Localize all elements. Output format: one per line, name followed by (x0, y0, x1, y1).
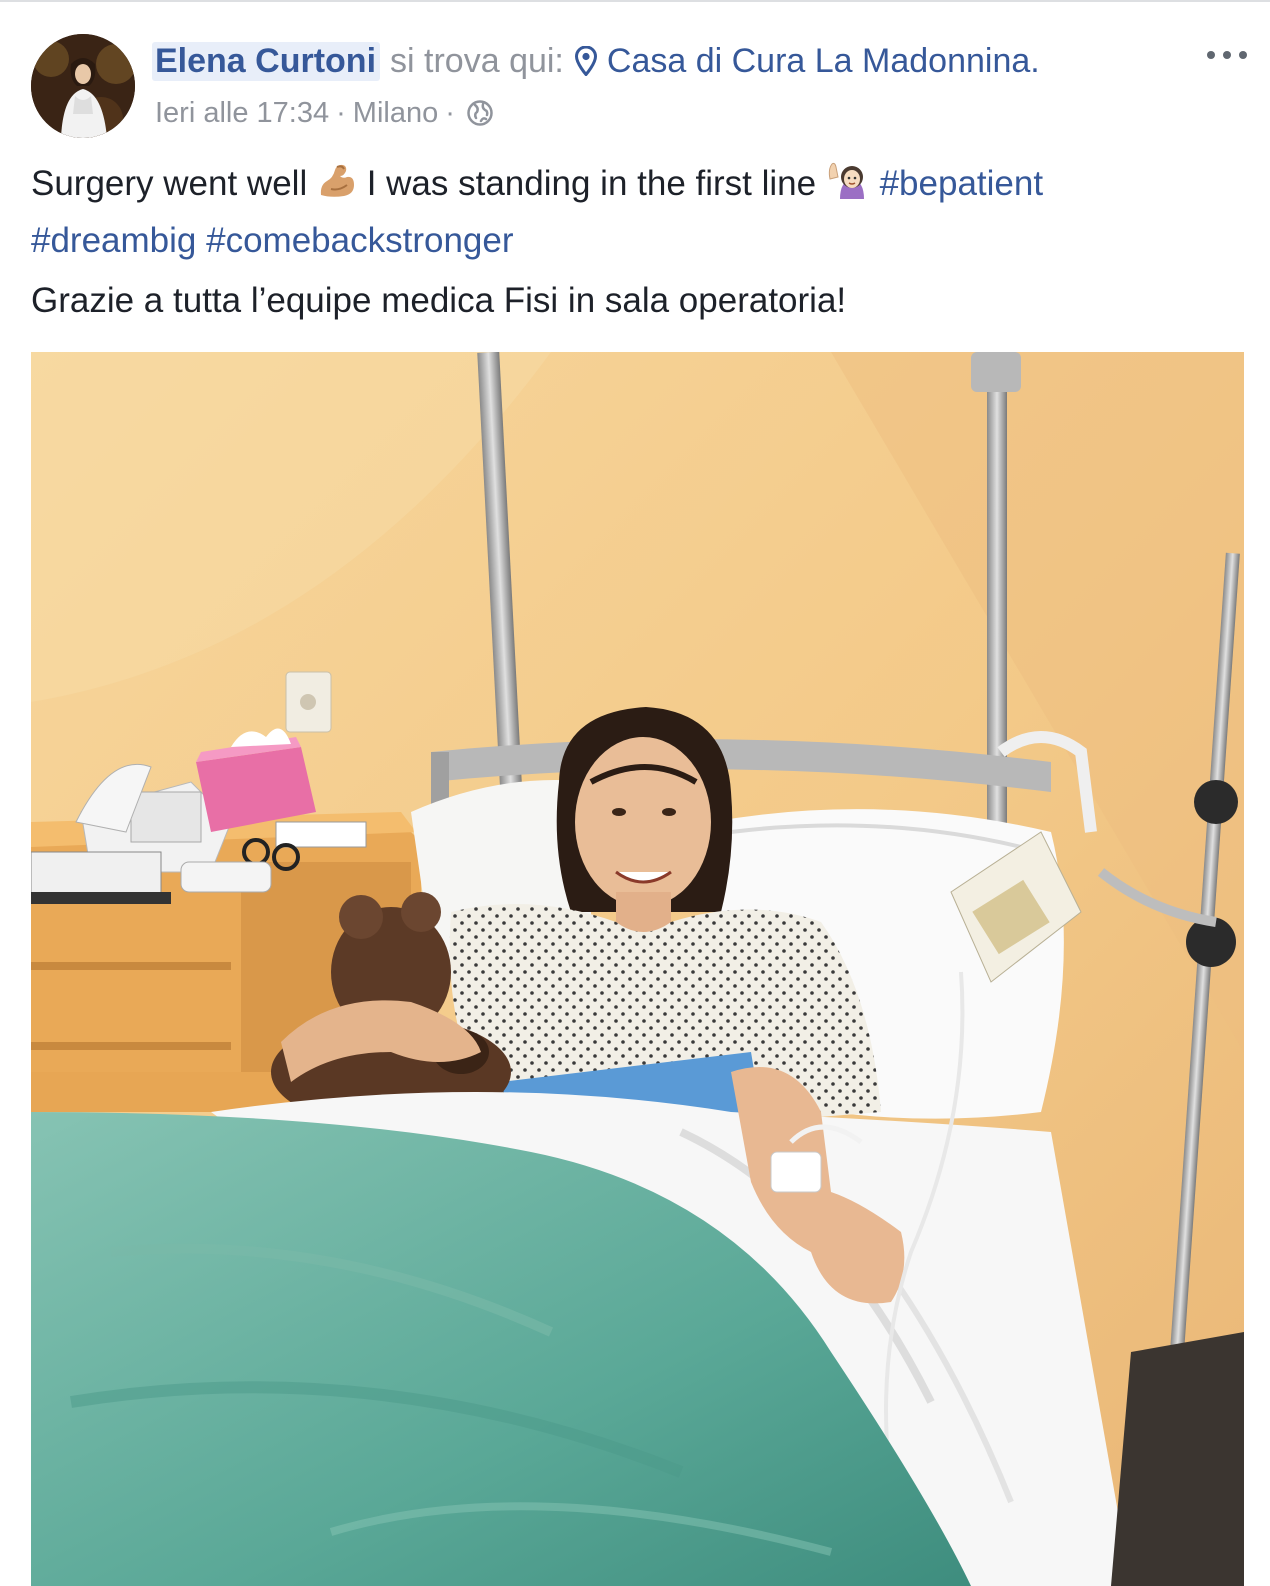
place-link[interactable]: Casa di Cura La Madonnina (607, 42, 1030, 81)
post-header: Elena Curtoni si trova qui: Casa di Cura… (152, 38, 1040, 84)
flexed-biceps-emoji (317, 161, 357, 215)
author-avatar[interactable] (31, 34, 135, 138)
post-text: Surgery went well I was standing in the … (31, 158, 1231, 266)
location-pin-icon (574, 45, 597, 77)
post-text-part2: I was standing in the first line (366, 164, 817, 203)
post-photo[interactable] (31, 352, 1244, 1586)
more-dot (1223, 51, 1231, 59)
checkin-text: si trova qui: (390, 41, 564, 80)
woman-raising-hand-emoji (826, 161, 870, 215)
meta-separator: · (336, 96, 346, 129)
more-options-icon[interactable] (1207, 40, 1247, 70)
post-meta: Ieri alle 17:34 · Milano · (155, 93, 494, 133)
meta-separator: · (445, 96, 455, 129)
post-text-line2: Grazie a tutta l’equipe medica Fisi in s… (31, 281, 847, 320)
post-text-part1: Surgery went well (31, 164, 308, 203)
hashtag-link[interactable]: #comebackstronger (206, 221, 513, 260)
place-suffix: . (1030, 41, 1040, 80)
timestamp-link[interactable]: Ieri alle 17:34 (155, 97, 329, 130)
globe-icon[interactable] (466, 99, 494, 127)
more-dot (1207, 51, 1215, 59)
more-dot (1239, 51, 1247, 59)
hashtag-link[interactable]: #bepatient (880, 164, 1043, 203)
facebook-post: Elena Curtoni si trova qui: Casa di Cura… (0, 0, 1270, 1586)
hashtag-link[interactable]: #dreambig (31, 221, 196, 260)
author-name-link[interactable]: Elena Curtoni (152, 41, 381, 81)
city-link[interactable]: Milano (353, 97, 438, 130)
